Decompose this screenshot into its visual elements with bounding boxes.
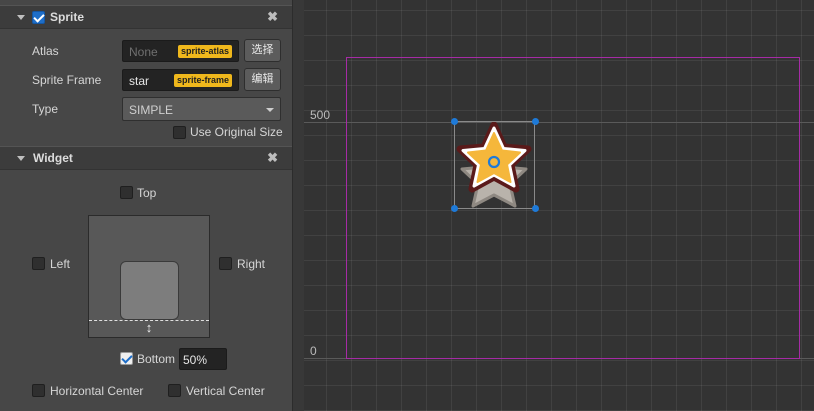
selection-bounding-box xyxy=(454,121,535,209)
widget-title: Widget xyxy=(33,151,73,165)
axis-label-500: 500 xyxy=(310,108,331,122)
atlas-value: None xyxy=(129,45,158,59)
sprite-title: Sprite xyxy=(50,10,85,24)
type-value: SIMPLE xyxy=(129,103,174,117)
vertical-center-checkbox[interactable] xyxy=(168,384,181,397)
axis-label-0: 0 xyxy=(310,344,317,358)
sprite-frame-field[interactable]: star sprite-frame xyxy=(122,69,239,91)
atlas-select-button[interactable]: 选择 xyxy=(244,39,281,62)
left-label[interactable]: Left xyxy=(50,257,70,271)
resize-handle-top-right[interactable] xyxy=(532,118,539,125)
left-checkbox[interactable] xyxy=(32,257,45,270)
bottom-checkbox[interactable] xyxy=(120,352,133,365)
top-label[interactable]: Top xyxy=(137,186,156,200)
widget-section-header[interactable]: Widget ✖ xyxy=(0,146,292,170)
right-checkbox[interactable] xyxy=(219,257,232,270)
bottom-value: 50% xyxy=(183,353,208,367)
vertical-center-label[interactable]: Vertical Center xyxy=(186,384,265,398)
atlas-label: Atlas xyxy=(32,44,59,58)
close-icon[interactable]: ✖ xyxy=(267,150,278,166)
panel-splitter[interactable] xyxy=(292,0,304,411)
use-original-size-checkbox[interactable] xyxy=(173,126,186,139)
chevron-down-icon xyxy=(266,108,274,112)
alignment-preview: ↕ xyxy=(88,215,210,338)
atlas-field[interactable]: None sprite-atlas xyxy=(122,40,239,62)
sprite-section-header[interactable]: Sprite ✖ xyxy=(0,5,292,29)
sprite-frame-type-tag: sprite-frame xyxy=(174,74,233,87)
top-checkbox[interactable] xyxy=(120,186,133,199)
bottom-label[interactable]: Bottom xyxy=(137,352,175,366)
close-icon[interactable]: ✖ xyxy=(267,9,278,25)
resize-handle-bottom-right[interactable] xyxy=(532,205,539,212)
horizontal-center-checkbox[interactable] xyxy=(32,384,45,397)
atlas-type-tag: sprite-atlas xyxy=(178,45,233,58)
collapse-arrow-icon[interactable] xyxy=(17,156,25,161)
vertical-resize-arrow-icon: ↕ xyxy=(145,320,153,335)
use-original-size-label[interactable]: Use Original Size xyxy=(190,125,283,139)
type-label: Type xyxy=(32,102,59,116)
scene-view[interactable]: 500 0 xyxy=(304,0,814,411)
sprite-frame-label: Sprite Frame xyxy=(32,73,102,87)
bottom-value-input[interactable]: 50% xyxy=(179,348,227,370)
resize-handle-bottom-left[interactable] xyxy=(451,205,458,212)
right-label[interactable]: Right xyxy=(237,257,265,271)
design-resolution-frame xyxy=(346,57,800,359)
resize-handle-top-left[interactable] xyxy=(451,118,458,125)
alignment-target-box xyxy=(120,261,179,320)
inspector-panel: Sprite ✖ Atlas None sprite-atlas 选择 Spri… xyxy=(0,0,292,411)
collapse-arrow-icon[interactable] xyxy=(17,15,25,20)
sprite-frame-value: star xyxy=(129,74,150,88)
sprite-enabled-checkbox[interactable] xyxy=(32,11,45,24)
sprite-frame-edit-button[interactable]: 编辑 xyxy=(244,68,281,91)
type-select[interactable]: SIMPLE xyxy=(122,97,281,121)
horizontal-center-label[interactable]: Horizontal Center xyxy=(50,384,143,398)
